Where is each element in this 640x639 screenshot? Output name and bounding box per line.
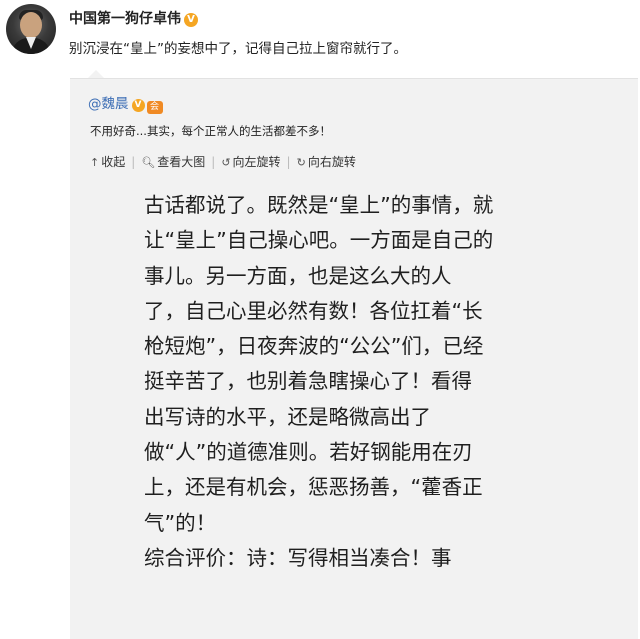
rotate-left-label: 向左旋转 <box>232 155 281 169</box>
image-text-line: 挺辛苦了，也别着急瞎操心了！看得 <box>144 369 472 394</box>
toolbar-divider: | <box>211 155 216 169</box>
toolbar-divider: | <box>286 155 291 169</box>
avatar[interactable] <box>6 4 56 54</box>
image-text-line: 古话都说了。既然是“皇上”的事情，就 <box>144 193 494 217</box>
collapse-button[interactable]: ↑ 收起 <box>90 153 125 170</box>
verified-icon: V <box>131 99 145 112</box>
post-author-name[interactable]: 中国第一狗仔卓伟 <box>69 11 181 27</box>
rotate-right-label: 向右旋转 <box>307 155 356 169</box>
image-text-line: 事儿。另一方面，也是这么大的人 <box>144 263 452 288</box>
avatar-head <box>20 12 42 38</box>
repost-author[interactable]: @魏晨 V 会 <box>88 92 163 114</box>
image-text-line: 让“皇上”自己操心吧。一方面是自己的 <box>144 228 494 253</box>
post-text: 别沉浸在“皇上”的妄想中了，记得自己拉上窗帘就行了。 <box>69 41 407 57</box>
rotate-right-icon: ↻ <box>296 156 306 169</box>
image-text-line: 综合评价：诗：写得相当凑合！事 <box>144 545 452 570</box>
rotate-left-button[interactable]: ↺ 向左旋转 <box>221 153 280 170</box>
image-text-line: 出写诗的水平，还是略微高出了 <box>144 404 431 429</box>
attached-image-text[interactable]: 古话都说了。既然是“皇上”的事情，就 让“皇上”自己操心吧。一方面是自己的 事儿… <box>144 188 614 576</box>
image-text-line: 上，还是有机会，惩恶扬善，“藿香正 <box>144 475 483 500</box>
repost-author-name[interactable]: @魏晨 <box>88 96 129 112</box>
image-text-line: 做“人”的道德准则。若好钢能用在刃 <box>144 440 473 465</box>
post-author[interactable]: 中国第一狗仔卓伟 V <box>69 8 198 28</box>
rotate-left-icon: ↺ <box>221 156 231 169</box>
image-text-line: 气”的！ <box>144 510 217 535</box>
view-large-label: 查看大图 <box>157 155 206 169</box>
up-arrow-icon: ↑ <box>90 156 100 169</box>
image-text-line: 了，自己心里必然有数！各位扛着“长 <box>144 298 483 323</box>
verified-icon: V <box>184 13 198 27</box>
rotate-right-button[interactable]: ↻ 向右旋转 <box>297 153 356 170</box>
member-icon: 会 <box>146 101 163 114</box>
image-text-line: 枪短炮”，日夜奔波的“公公”们，已经 <box>144 334 484 359</box>
collapse-label: 收起 <box>101 155 126 169</box>
image-toolbar: ↑ 收起 | 🔍︎ 查看大图 | ↺ 向左旋转 | ↻ 向右旋转 <box>90 153 356 170</box>
view-large-button[interactable]: 🔍︎ 查看大图 <box>141 153 205 170</box>
toolbar-divider: | <box>131 155 136 169</box>
repost-text: 不用好奇...其实，每个正常人的生活都差不多！ <box>90 124 331 138</box>
repost-pointer <box>88 70 104 78</box>
magnifier-icon: 🔍︎ <box>141 156 156 169</box>
